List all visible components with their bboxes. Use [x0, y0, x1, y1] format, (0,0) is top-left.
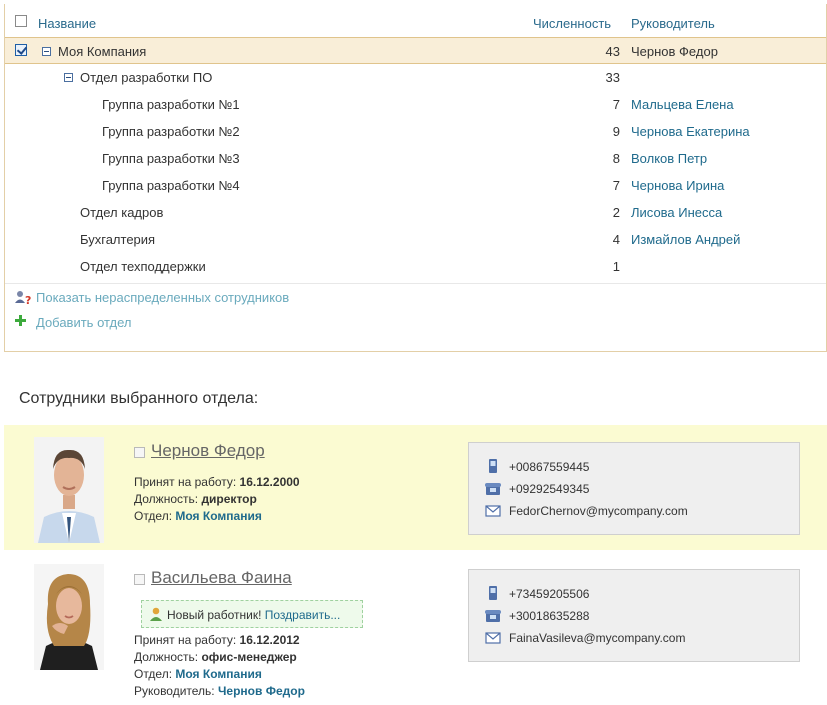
department-name[interactable]: Отдел разработки ПО: [80, 70, 212, 85]
plus-icon: [15, 315, 26, 326]
mobile-phone-icon: [489, 586, 497, 600]
tree-row-support[interactable]: Отдел техподдержки 1: [5, 253, 826, 280]
hired-value: 16.12.2000: [239, 475, 300, 489]
tree-row-hr[interactable]: Отдел кадров 2 Лисова Инесса: [5, 199, 826, 226]
employee-card: Васильева Фаина Новый работник! Поздрави…: [4, 553, 827, 705]
department-link[interactable]: Моя Компания: [175, 509, 261, 523]
email[interactable]: FainaVasileva@mycompany.com: [509, 631, 685, 645]
employee-hired-line: Принят на работу: 16.12.2012: [134, 633, 300, 647]
department-head-link[interactable]: Чернова Ирина: [631, 178, 724, 193]
congratulate-link[interactable]: Поздравить...: [265, 608, 341, 622]
position-value: офис-менеджер: [201, 650, 297, 664]
new-employee-badge: Новый работник! Поздравить...: [141, 600, 363, 628]
tree-row-dev-department[interactable]: Отдел разработки ПО 33: [5, 64, 826, 91]
department-name[interactable]: Моя Компания: [58, 44, 146, 59]
svg-text:?: ?: [25, 294, 31, 306]
collapse-toggle-icon[interactable]: [42, 47, 51, 56]
tree-divider: [5, 283, 826, 284]
hired-label: Принят на работу:: [134, 475, 237, 489]
employee-checkbox[interactable]: [134, 574, 145, 585]
employee-name-link[interactable]: Чернов Федор: [151, 441, 265, 461]
desk-phone-icon: [485, 610, 501, 622]
tree-row-my-company[interactable]: Моя Компания 43 Чернов Федор: [5, 37, 826, 64]
employees-section-title: Сотрудники выбранного отдела:: [19, 390, 259, 407]
email-icon: [485, 632, 501, 644]
select-all-checkbox[interactable]: [15, 15, 27, 27]
employee-department-line: Отдел: Моя Компания: [134, 667, 262, 681]
employee-photo: [34, 437, 104, 543]
department-name[interactable]: Группа разработки №3: [102, 151, 240, 166]
position-value: директор: [201, 492, 257, 506]
collapse-toggle-icon[interactable]: [64, 73, 73, 82]
department-head-link[interactable]: Чернова Екатерина: [631, 124, 750, 139]
tree-header: Название Численность Руководитель: [5, 4, 826, 39]
new-employee-label: Новый работник!: [167, 608, 262, 622]
department-name[interactable]: Бухгалтерия: [80, 232, 155, 247]
position-label: Должность:: [134, 650, 199, 664]
department-name[interactable]: Отдел техподдержки: [80, 259, 206, 274]
department-name[interactable]: Отдел кадров: [80, 205, 163, 220]
department-count: 8: [612, 151, 620, 166]
department-count: 7: [612, 178, 620, 193]
employee-checkbox[interactable]: [134, 447, 145, 458]
department-name[interactable]: Группа разработки №1: [102, 97, 240, 112]
department-count: 33: [605, 70, 620, 85]
tree-row-dev-group-2[interactable]: Группа разработки №2 9 Чернова Екатерина: [5, 118, 826, 145]
department-count: 43: [605, 44, 620, 59]
contact-box: +73459205506 +30018635288 FainaVasileva@…: [468, 569, 800, 662]
show-unassigned-label[interactable]: Показать нераспределенных сотрудников: [36, 290, 289, 305]
manager-label: Руководитель:: [134, 684, 215, 698]
work-phone: +30018635288: [509, 609, 590, 623]
department-head-link[interactable]: Волков Петр: [631, 151, 707, 166]
mobile-phone: +00867559445: [509, 460, 590, 474]
department-head-link[interactable]: Лисова Инесса: [631, 205, 722, 220]
email-icon: [485, 505, 501, 517]
desk-phone-icon: [485, 483, 501, 495]
row-checkbox[interactable]: [15, 44, 27, 56]
department-head-link[interactable]: Мальцева Елена: [631, 97, 734, 112]
employee-position-line: Должность: директор: [134, 492, 257, 506]
employee-hired-line: Принят на работу: 16.12.2000: [134, 475, 300, 489]
new-employee-text: Новый работник! Поздравить...: [167, 608, 340, 622]
department-count: 1: [612, 259, 620, 274]
work-phone: +09292549345: [509, 482, 590, 496]
tree-row-dev-group-3[interactable]: Группа разработки №3 8 Волков Петр: [5, 145, 826, 172]
department-head-link[interactable]: Измайлов Андрей: [631, 232, 740, 247]
department-head-link[interactable]: Чернов Федор: [631, 44, 718, 59]
hired-value: 16.12.2012: [239, 633, 300, 647]
departments-tree-panel: Название Численность Руководитель Моя Ко…: [4, 4, 827, 352]
mobile-phone: +73459205506: [509, 587, 590, 601]
department-label: Отдел:: [134, 667, 173, 681]
column-header-count[interactable]: Численность: [533, 16, 611, 31]
employee-card: Чернов Федор Принят на работу: 16.12.200…: [4, 425, 827, 550]
contact-box: +00867559445 +09292549345 FedorChernov@m…: [468, 442, 800, 535]
employee-manager-line: Руководитель: Чернов Федор: [134, 684, 305, 698]
employee-department-line: Отдел: Моя Компания: [134, 509, 262, 523]
manager-link[interactable]: Чернов Федор: [218, 684, 305, 698]
position-label: Должность:: [134, 492, 199, 506]
column-header-name[interactable]: Название: [38, 16, 96, 31]
user-icon: [150, 607, 162, 621]
tree-row-dev-group-4[interactable]: Группа разработки №4 7 Чернова Ирина: [5, 172, 826, 199]
email[interactable]: FedorChernov@mycompany.com: [509, 504, 688, 518]
department-label: Отдел:: [134, 509, 173, 523]
users-question-icon: ?: [15, 291, 31, 306]
employee-photo: [34, 564, 104, 670]
department-count: 2: [612, 205, 620, 220]
department-count: 9: [612, 124, 620, 139]
department-name[interactable]: Группа разработки №4: [102, 178, 240, 193]
employee-position-line: Должность: офис-менеджер: [134, 650, 297, 664]
hired-label: Принят на работу:: [134, 633, 237, 647]
department-count: 7: [612, 97, 620, 112]
mobile-phone-icon: [489, 459, 497, 473]
department-name[interactable]: Группа разработки №2: [102, 124, 240, 139]
department-count: 4: [612, 232, 620, 247]
add-department-label[interactable]: Добавить отдел: [36, 315, 132, 330]
tree-row-dev-group-1[interactable]: Группа разработки №1 7 Мальцева Елена: [5, 91, 826, 118]
department-link[interactable]: Моя Компания: [175, 667, 261, 681]
employee-name-link[interactable]: Васильева Фаина: [151, 568, 292, 588]
tree-row-accounting[interactable]: Бухгалтерия 4 Измайлов Андрей: [5, 226, 826, 253]
column-header-head[interactable]: Руководитель: [631, 16, 715, 31]
